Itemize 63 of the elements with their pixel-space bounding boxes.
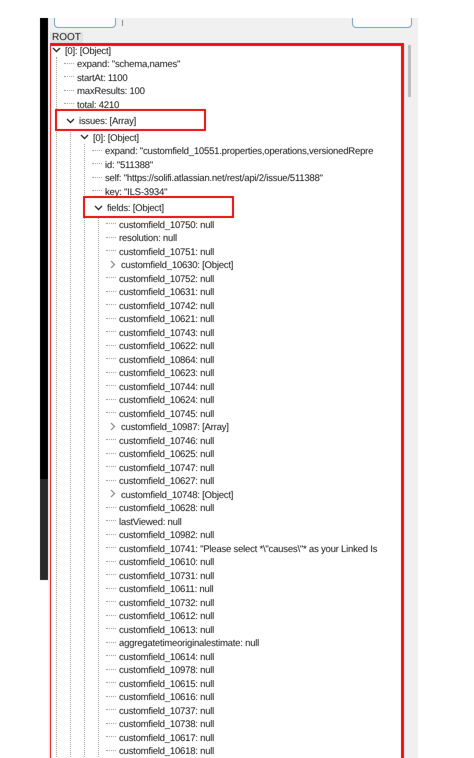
tree-item[interactable]: customfield_10745: null [119, 408, 214, 420]
chevron-down-icon[interactable] [52, 45, 61, 54]
tree-item[interactable]: customfield_10612: null [119, 611, 214, 622]
tree-item[interactable]: customfield_10630: [Object] [121, 260, 234, 272]
tree-item[interactable]: customfield_10731: null [119, 570, 214, 582]
tree-item[interactable]: customfield_10978: null [119, 665, 214, 676]
tree-item[interactable]: customfield_10631: null [119, 287, 214, 298]
tree-item[interactable]: customfield_10982: null [119, 530, 214, 542]
scrollbar-thumb[interactable] [408, 45, 411, 97]
tree-item[interactable]: customfield_10748: [Object] [121, 490, 234, 501]
tree-item[interactable]: customfield_10744: null [119, 382, 214, 393]
tree-item[interactable]: [0]: [Object] [93, 132, 139, 144]
tree-item[interactable]: customfield_10751: null [119, 246, 214, 258]
tree-item[interactable]: expand: "customfield_10551.properties,operations,versionedRepre [105, 146, 374, 158]
tree-item[interactable]: customfield_10611: null [119, 584, 214, 596]
tree-item[interactable]: customfield_10623: null [119, 368, 214, 380]
tree-item[interactable]: customfield_10732: null [119, 598, 214, 609]
tree-item[interactable]: customfield_10742: null [119, 300, 214, 312]
tree-item[interactable]: total: 4210 [77, 100, 120, 111]
tree-item[interactable]: customfield_10743: null [119, 328, 214, 339]
tree-item[interactable]: customfield_10625: null [119, 449, 214, 460]
tree-item[interactable]: customfield_10610: null [119, 557, 214, 568]
chevron-right-icon[interactable] [108, 489, 117, 498]
tree-item[interactable]: aggregatetimeoriginalestimate: null [119, 638, 260, 650]
tree-item[interactable]: customfield_10737: null [119, 706, 214, 717]
toolbar-button[interactable] [352, 18, 412, 28]
tree-item[interactable]: maxResults: 100 [77, 86, 145, 98]
toolbar-button[interactable] [54, 18, 116, 28]
tree-item[interactable]: customfield_10746: null [119, 436, 214, 447]
tree-item[interactable]: self: "https://solifi.atlassian.net/rest/api/2/issue/511388" [105, 173, 323, 184]
chevron-down-icon[interactable] [80, 132, 89, 142]
tree-item[interactable]: customfield_10747: null [119, 462, 214, 474]
chevron-down-icon[interactable] [66, 116, 75, 125]
chevron-right-icon[interactable] [108, 422, 117, 431]
tree-item[interactable]: customfield_10738: null [119, 719, 214, 730]
tree-item[interactable]: customfield_10622: null [119, 341, 214, 352]
tree-item[interactable]: customfield_10614: null [119, 652, 214, 663]
tree-item[interactable]: customfield_10617: null [119, 732, 214, 744]
tree-item[interactable]: customfield_10621: null [119, 314, 214, 326]
tree-item[interactable]: issues: [Array] [79, 116, 136, 128]
tree-item[interactable]: customfield_10627: null [119, 476, 214, 488]
tree-item[interactable]: [0]: [Object] [65, 46, 111, 57]
tree-item[interactable]: customfield_10616: null [119, 692, 214, 704]
root-label: ROOT [50, 32, 83, 43]
chevron-right-icon[interactable] [108, 260, 117, 269]
tree-item[interactable]: customfield_10987: [Array] [121, 422, 229, 434]
tree-item[interactable]: customfield_10618: null [119, 746, 214, 758]
tree-item[interactable]: fields: [Object] [107, 203, 164, 214]
tree-item[interactable]: customfield_10864: null [119, 354, 214, 366]
tree-item[interactable]: customfield_10613: null [119, 624, 214, 636]
tree-item[interactable]: key: "ILS-3934" [105, 186, 168, 198]
chevron-down-icon[interactable] [94, 202, 103, 212]
tree-item[interactable]: customfield_10624: null [119, 395, 214, 406]
tree-item[interactable]: customfield_10741: "Please select *\"causes\"* as your Linked Is [119, 544, 378, 555]
tree-item[interactable]: resolution: null [119, 233, 177, 244]
tree-item[interactable]: lastViewed: null [119, 516, 182, 528]
tree-item[interactable]: customfield_10752: null [119, 274, 214, 285]
tree-item[interactable]: customfield_10750: null [119, 220, 214, 231]
tree-item[interactable]: id: "511388" [105, 160, 153, 171]
tree-item[interactable]: customfield_10628: null [119, 503, 214, 514]
tree-item[interactable]: startAt: 1100 [77, 72, 128, 84]
tree-item[interactable]: expand: "schema,names" [77, 59, 180, 70]
tree-item[interactable]: customfield_10615: null [119, 678, 214, 690]
